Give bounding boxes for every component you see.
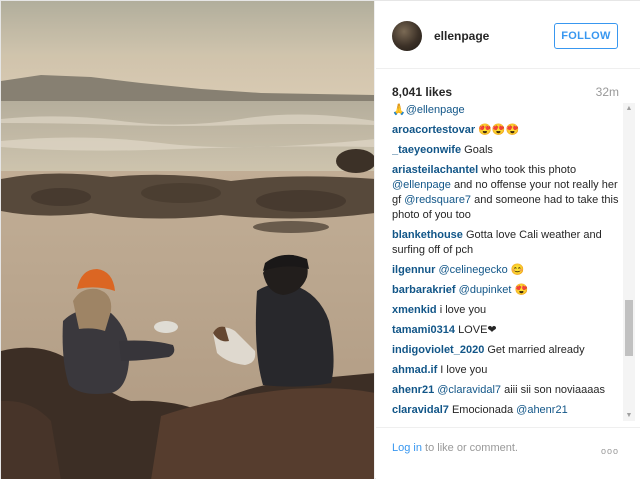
more-options-icon[interactable]: ooo xyxy=(601,446,619,456)
login-prompt: Log in to like or comment. xyxy=(392,442,518,454)
avatar[interactable] xyxy=(392,21,422,51)
comment-text: I love you xyxy=(440,364,488,376)
comment-item: xmenkid i love you xyxy=(392,303,620,318)
comment-mention[interactable]: @ellenpage xyxy=(392,179,451,191)
comment-text: 😍 xyxy=(511,284,529,296)
comment-text: i love you xyxy=(439,304,487,316)
comment-username[interactable]: ilgennur xyxy=(392,264,435,276)
comment-mention[interactable]: @claravidal7 xyxy=(437,384,501,396)
comment-mention[interactable]: @redsquare7 xyxy=(404,194,471,206)
login-link[interactable]: Log in xyxy=(392,442,422,454)
follow-button[interactable]: FOLLOW xyxy=(554,23,618,49)
comment-item: ilgennur @celinegecko 😊 xyxy=(392,263,620,278)
comment-text: 😍😍😍 xyxy=(478,124,520,136)
scrollbar-thumb[interactable] xyxy=(625,300,633,356)
comment-item: ahenr21 @claravidal7 aiii sii son noviaa… xyxy=(392,383,620,398)
post-details-panel: ellenpage FOLLOW 8,041 likes 32m 🙏@ellen… xyxy=(376,1,640,479)
post-timestamp: 32m xyxy=(595,85,619,99)
comments-list[interactable]: 🙏@ellenpage aroacortestovar 😍😍😍 _taeyeonwi… xyxy=(392,103,620,421)
likes-count[interactable]: 8,041 likes xyxy=(392,85,452,99)
comment-text: 😊 xyxy=(507,264,525,276)
beach-photo-image xyxy=(1,1,374,479)
comment-item: indigoviolet_2020 Get married already xyxy=(392,343,620,358)
post-author-username[interactable]: ellenpage xyxy=(434,29,489,43)
comment-username[interactable]: barbarakrief xyxy=(392,284,456,296)
comment-username[interactable]: _taeyeonwife xyxy=(392,144,461,156)
comment-item: _taeyeonwife Goals xyxy=(392,143,620,158)
post-photo[interactable] xyxy=(1,1,375,479)
comment-mention[interactable]: @ahenr21 xyxy=(516,404,568,416)
comment-mention[interactable]: @dupinket xyxy=(459,284,512,296)
comment-mention[interactable]: @celinegecko xyxy=(438,264,507,276)
comment-username[interactable]: ariasteilachantel xyxy=(392,164,478,176)
comment-text: Get married already xyxy=(487,344,585,356)
comment-username[interactable]: tamami0314 xyxy=(392,324,455,336)
comment-username[interactable]: aroacortestovar xyxy=(392,124,475,136)
comment-username[interactable]: indigoviolet_2020 xyxy=(392,344,484,356)
comment-username[interactable]: claravidal7 xyxy=(392,404,449,416)
comment-text: who took this photo xyxy=(481,164,577,176)
login-prompt-text: to like or comment. xyxy=(421,442,518,454)
comment-item: aroacortestovar 😍😍😍 xyxy=(392,123,620,138)
comment-username[interactable]: ahmad.if xyxy=(392,364,437,376)
comment-text: Emocionada xyxy=(451,404,517,416)
comment-username[interactable]: ahenr21 xyxy=(392,384,434,396)
instagram-embed: ellenpage FOLLOW 8,041 likes 32m 🙏@ellen… xyxy=(0,0,640,479)
comment-item: blankethouse Gotta love Cali weather and… xyxy=(392,228,620,258)
post-header: ellenpage FOLLOW xyxy=(376,1,640,69)
comment-text: LOVE❤ xyxy=(458,324,497,336)
comment-text: Goals xyxy=(464,144,493,156)
comment-item: barbarakrief @dupinket 😍 xyxy=(392,283,620,298)
comment-item: claravidal7 Emocionada @ahenr21 xyxy=(392,403,620,418)
comment-item: 🙏@ellenpage xyxy=(392,103,620,118)
comment-item: ahmad.if I love you xyxy=(392,363,620,378)
comment-text: aiii sii son noviaaaas xyxy=(501,384,605,396)
comment-mention[interactable]: 🙏@ellenpage xyxy=(392,104,465,116)
comment-item: ariasteilachantel who took this photo @e… xyxy=(392,163,620,223)
comment-username[interactable]: xmenkid xyxy=(392,304,437,316)
comment-item: tamami0314 LOVE❤ xyxy=(392,323,620,338)
scroll-down-arrow-icon[interactable]: ▼ xyxy=(623,410,635,421)
comment-username[interactable]: blankethouse xyxy=(392,229,463,241)
post-footer: Log in to like or comment. ooo xyxy=(376,427,640,479)
scroll-up-arrow-icon[interactable]: ▲ xyxy=(623,103,635,114)
comments-scrollbar[interactable]: ▲ ▼ xyxy=(623,103,635,421)
